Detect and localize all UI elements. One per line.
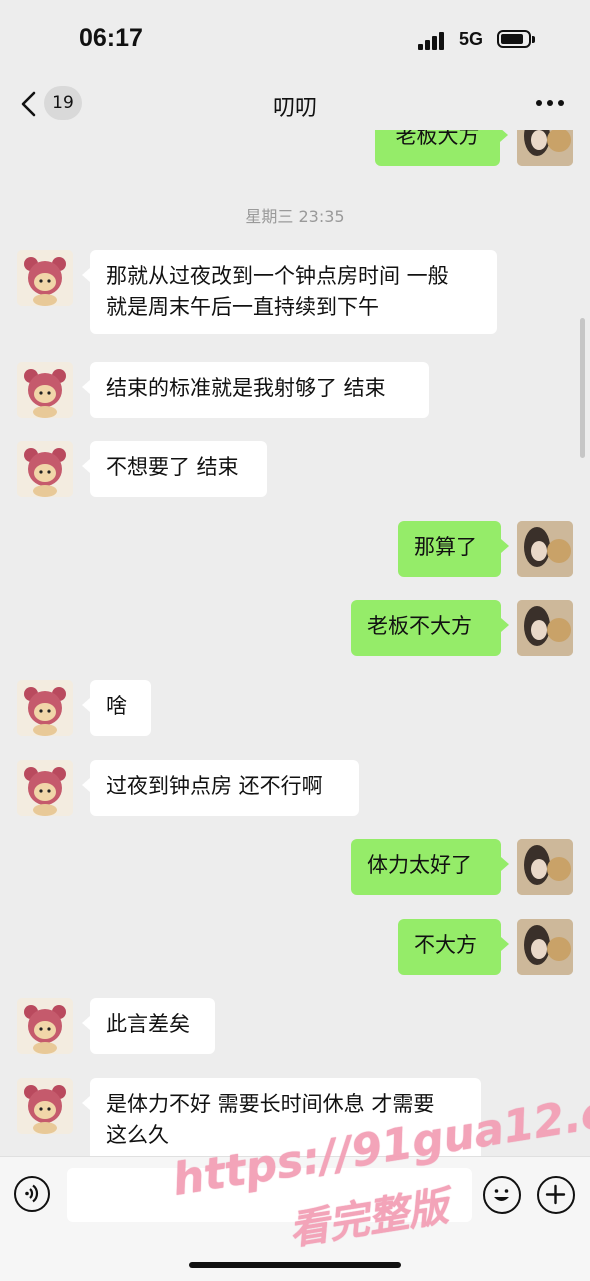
contact-avatar[interactable] bbox=[17, 998, 73, 1054]
message-bubble-sent[interactable]: 老板大方 bbox=[375, 130, 508, 166]
chat-area[interactable]: 老板大方 星期三 23:35 那就从过夜改到一个钟点房时间 一般 就是周末午后一… bbox=[0, 130, 590, 1156]
chat-scrollbar[interactable] bbox=[580, 318, 585, 458]
chat-title: 叨叨 bbox=[272, 96, 317, 121]
message-bubble-received[interactable]: 过夜到钟点房 还不行啊 bbox=[82, 760, 359, 816]
status-bar: 06:17 5G bbox=[0, 0, 590, 80]
my-avatar[interactable] bbox=[517, 919, 573, 975]
message-timestamp: 星期三 23:35 bbox=[245, 207, 345, 226]
message-bubble-sent[interactable]: 不大方 bbox=[398, 919, 509, 975]
contact-avatar[interactable] bbox=[17, 250, 73, 306]
signal-icon bbox=[418, 30, 450, 50]
contact-avatar[interactable] bbox=[17, 441, 73, 497]
network-type: 5G bbox=[459, 29, 484, 49]
my-avatar[interactable] bbox=[517, 839, 573, 895]
contact-avatar[interactable] bbox=[17, 1078, 73, 1134]
battery-icon bbox=[497, 30, 535, 48]
message-bubble-received[interactable]: 那就从过夜改到一个钟点房时间 一般 就是周末午后一直持续到下午 bbox=[82, 250, 497, 334]
my-avatar[interactable] bbox=[517, 521, 573, 577]
home-indicator bbox=[189, 1262, 401, 1268]
voice-input-icon[interactable] bbox=[14, 1176, 50, 1212]
message-bubble-sent[interactable]: 那算了 bbox=[398, 521, 509, 577]
my-avatar[interactable] bbox=[517, 130, 573, 166]
add-attachment-icon[interactable] bbox=[537, 1176, 575, 1214]
my-avatar[interactable] bbox=[517, 600, 573, 656]
emoji-icon[interactable] bbox=[483, 1176, 521, 1214]
more-icon[interactable] bbox=[536, 100, 564, 108]
message-bubble-received[interactable]: 此言差矣 bbox=[82, 998, 215, 1054]
message-bubble-sent[interactable]: 老板不大方 bbox=[351, 600, 509, 656]
contact-avatar[interactable] bbox=[17, 760, 73, 816]
contact-avatar[interactable] bbox=[17, 362, 73, 418]
status-time: 06:17 bbox=[79, 24, 143, 52]
message-bubble-sent[interactable]: 体力太好了 bbox=[351, 839, 509, 895]
message-bubble-received[interactable]: 啥 bbox=[82, 680, 151, 736]
nav-bar: 19 叨叨 bbox=[0, 78, 590, 130]
message-bubble-received[interactable]: 结束的标准就是我射够了 结束 bbox=[82, 362, 429, 418]
contact-avatar[interactable] bbox=[17, 680, 73, 736]
message-bubble-received[interactable]: 不想要了 结束 bbox=[82, 441, 267, 497]
